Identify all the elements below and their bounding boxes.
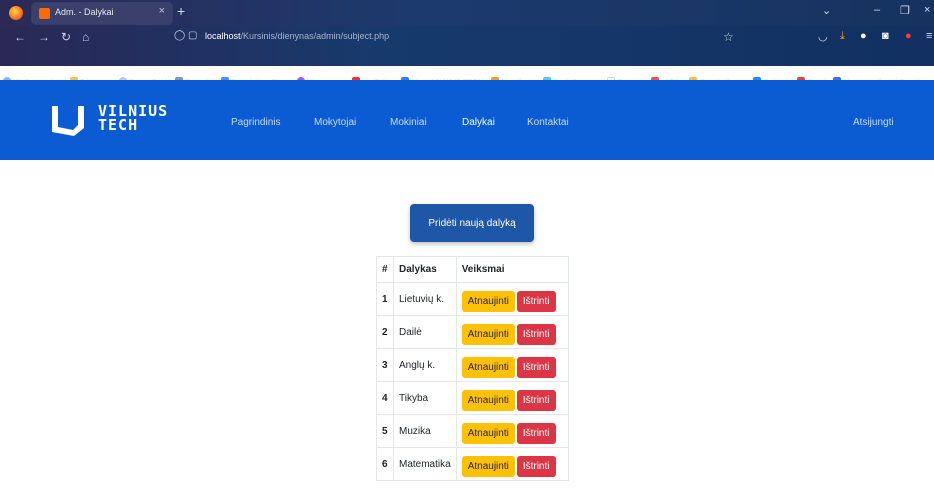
extension-icon[interactable]: ● [860, 30, 867, 42]
table-row: 4 Tikyba Atnaujinti Ištrinti [376, 381, 569, 415]
minimize-icon[interactable]: – [874, 4, 880, 16]
subject-name: Matematika [393, 447, 457, 481]
site-header: VILNIUS TECH Pagrindinis Mokytojai Mokin… [0, 80, 934, 160]
column-header-number: # [376, 256, 394, 283]
vilniustech-logo-icon [52, 106, 84, 136]
table-header-row: # Dalykas Veiksmai [376, 256, 569, 283]
update-button[interactable]: Atnaujinti [461, 455, 515, 477]
table-row: 6 Matematika Atnaujinti Ištrinti [376, 447, 569, 481]
shield-icon: ◯ [174, 30, 186, 41]
menu-icon[interactable]: ≡ [926, 30, 932, 42]
table-row: 1 Lietuvių k. Atnaujinti Ištrinti [376, 282, 569, 316]
update-button[interactable]: Atnaujinti [461, 323, 515, 345]
tab-favicon-icon [39, 8, 50, 19]
pocket-icon[interactable]: ◡ [818, 30, 828, 43]
logout-link[interactable]: Atsijungti [853, 117, 894, 128]
column-header-actions: Veiksmai [455, 256, 569, 283]
table-row: 2 Dailė Atnaujinti Ištrinti [376, 315, 569, 349]
update-button[interactable]: Atnaujinti [461, 422, 515, 444]
nav-link-home[interactable]: Pagrindinis [231, 117, 280, 128]
subject-name: Anglų k. [393, 348, 457, 382]
back-icon[interactable]: ← [14, 30, 26, 44]
restore-icon[interactable]: ❐ [900, 4, 910, 17]
delete-button[interactable]: Ištrinti [516, 389, 556, 411]
delete-button[interactable]: Ištrinti [516, 323, 556, 345]
bookmark-star-icon[interactable]: ☆ [723, 30, 734, 44]
delete-button[interactable]: Ištrinti [516, 356, 556, 378]
column-header-subject: Dalykas [393, 256, 457, 283]
row-number: 5 [376, 414, 394, 448]
add-subject-button[interactable]: Pridėti naują dalyką [410, 204, 534, 242]
nav-link-students[interactable]: Mokiniai [390, 117, 427, 128]
url-host: localhost [205, 31, 241, 41]
nav-link-teachers[interactable]: Mokytojai [314, 117, 356, 128]
subjects-table: # Dalykas Veiksmai 1 Lietuvių k. Atnauji… [376, 256, 569, 481]
update-button[interactable]: Atnaujinti [461, 290, 515, 312]
page-info-icon[interactable]: ▢ [188, 30, 197, 41]
addon-icon[interactable]: ● [905, 30, 912, 42]
browser-toolbar: ← → ↻ ⌂ ◯ ▢ localhost/Kursinis/dienynas/… [0, 26, 934, 86]
download-icon[interactable]: ⤓ [840, 30, 845, 43]
tab-close-icon[interactable]: × [159, 5, 165, 17]
firefox-icon [9, 6, 23, 20]
forward-icon[interactable]: → [38, 30, 50, 44]
row-number: 6 [376, 447, 394, 481]
table-row: 3 Anglų k. Atnaujinti Ištrinti [376, 348, 569, 382]
row-number: 1 [376, 282, 394, 316]
subject-name: Dailė [393, 315, 457, 349]
nav-link-contacts[interactable]: Kontaktai [527, 117, 569, 128]
row-number: 3 [376, 348, 394, 382]
close-window-icon[interactable]: × [924, 4, 930, 16]
nav-link-subjects[interactable]: Dalykai [462, 117, 495, 128]
update-button[interactable]: Atnaujinti [461, 389, 515, 411]
url-path: /Kursinis/dienynas/admin/subject.php [240, 31, 390, 41]
subject-name: Muzika [393, 414, 457, 448]
home-icon[interactable]: ⌂ [82, 30, 89, 44]
browser-tab[interactable]: Adm. - Dalykai × [32, 3, 172, 24]
logo-text: VILNIUS TECH [98, 102, 169, 134]
screenshot-icon[interactable]: ◙ [882, 30, 889, 42]
subject-name: Tikyba [393, 381, 457, 415]
tab-list-icon[interactable]: ⌄ [822, 4, 831, 17]
browser-tab-bar: Adm. - Dalykai × + ⌄ – ❐ × [0, 0, 934, 26]
tab-title: Adm. - Dalykai [55, 7, 114, 17]
table-row: 5 Muzika Atnaujinti Ištrinti [376, 414, 569, 448]
reload-icon[interactable]: ↻ [61, 30, 71, 44]
update-button[interactable]: Atnaujinti [461, 356, 515, 378]
new-tab-icon[interactable]: + [177, 3, 185, 19]
delete-button[interactable]: Ištrinti [516, 455, 556, 477]
row-number: 4 [376, 381, 394, 415]
delete-button[interactable]: Ištrinti [516, 422, 556, 444]
row-number: 2 [376, 315, 394, 349]
subject-name: Lietuvių k. [393, 282, 457, 316]
delete-button[interactable]: Ištrinti [516, 290, 556, 312]
